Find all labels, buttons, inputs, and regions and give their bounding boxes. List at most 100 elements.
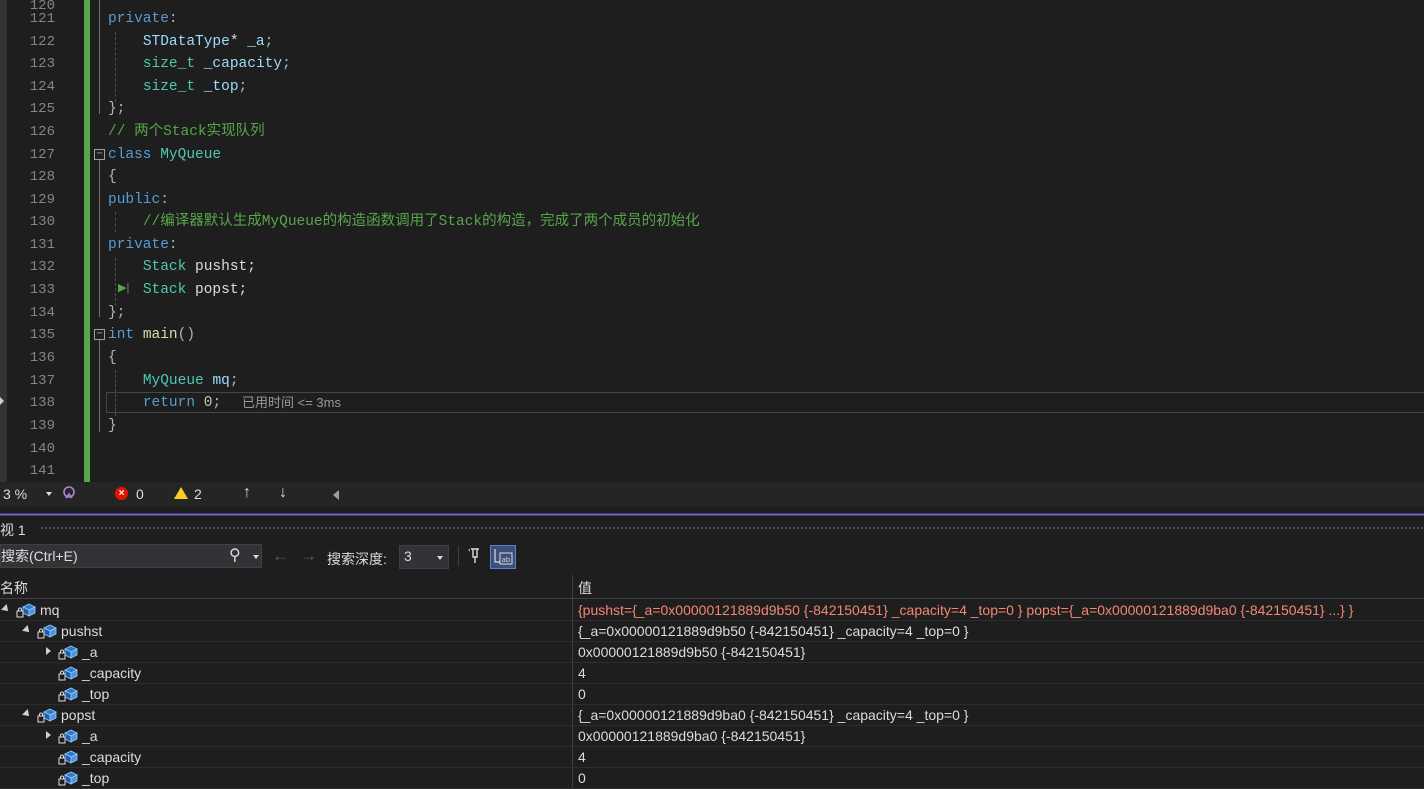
down-arrow-icon[interactable]: ↓ [279, 484, 287, 502]
pin-icon[interactable] [465, 546, 485, 566]
watch-row-value[interactable]: 0x00000121889d9b50 {-842150451} [578, 644, 805, 660]
code-token: class [108, 147, 152, 163]
error-count[interactable]: 0 [136, 486, 144, 502]
code-token: Stack [142, 282, 187, 298]
watch-row[interactable]: _a 0x00000121889d9b50 {-842150451} [0, 642, 1424, 663]
collapse-icon[interactable] [22, 625, 32, 635]
line-number: 140 [29, 441, 55, 457]
code-line[interactable]: size_t _top; [108, 76, 247, 98]
up-arrow-icon[interactable]: ↑ [243, 484, 251, 502]
watch-grid-header: 名称 值 [0, 575, 1424, 599]
code-token: int [108, 327, 135, 343]
code-line[interactable]: MyQueue mq; [108, 370, 239, 392]
code-line[interactable]: { [108, 166, 117, 188]
search-box[interactable]: ⚲ [0, 544, 262, 568]
fold-toggle-main[interactable]: − [94, 329, 105, 340]
search-depth-label: 搜索深度: [327, 551, 387, 567]
title-grip[interactable] [40, 526, 1424, 531]
code-line[interactable]: { [108, 347, 117, 369]
line-number: 134 [29, 305, 55, 321]
indicator-margin[interactable] [0, 0, 7, 482]
watch-row-name: _top [82, 686, 110, 702]
warning-count[interactable]: 2 [194, 486, 202, 502]
watch-title-bar[interactable]: 视 1 [0, 516, 1424, 540]
code-line[interactable]: } [108, 415, 117, 437]
line-number: 135 [29, 327, 55, 343]
code-line[interactable]: return 0; [108, 392, 221, 414]
watch-row-value[interactable]: 0x00000121889d9ba0 {-842150451} [578, 728, 805, 744]
watch-row[interactable]: mq {pushst={_a=0x00000121889d9b50 {-84215… [0, 600, 1424, 621]
expand-icon[interactable] [46, 731, 51, 739]
code-token: }; [108, 101, 126, 117]
code-line[interactable]: STDataType* _a; [108, 31, 274, 53]
expand-icon[interactable] [46, 647, 51, 655]
editor-status-bar: 3 % × 0 2 ↑ ↓ [0, 482, 1424, 507]
search-next-icon[interactable]: → [300, 546, 317, 566]
code-token: ; [212, 395, 222, 411]
watch-row-value[interactable]: 4 [578, 665, 586, 681]
code-line[interactable]: class MyQueue [108, 144, 221, 166]
search-previous-icon[interactable]: ← [272, 546, 289, 566]
code-token: return [142, 395, 196, 411]
code-editor[interactable]: 120 121 122 123 124 125 126 127 128 129 130 131 132 1… [0, 0, 1424, 482]
code-token: // 两个Stack实现队列 [108, 124, 265, 140]
code-line[interactable]: Stack popst; [108, 279, 247, 301]
search-depth-select[interactable]: 3 [399, 545, 449, 569]
watch-row-value[interactable]: {_a=0x00000121889d9b50 {-842150451} _cap… [578, 623, 968, 639]
field-icon [37, 624, 57, 639]
fold-toggle-class-myqueue[interactable]: − [94, 149, 105, 160]
code-token: _top [203, 79, 239, 95]
watch-row[interactable]: _top 0 [0, 768, 1424, 789]
column-header-name[interactable]: 名称 [0, 578, 28, 598]
zoom-dropdown-icon[interactable] [46, 492, 52, 496]
code-token: Stack [142, 259, 187, 275]
code-token: ; [282, 56, 291, 72]
error-icon[interactable]: × [115, 487, 128, 500]
line-number: 137 [29, 373, 55, 389]
watch-row[interactable]: popst {_a=0x00000121889d9ba0 {-842150451}… [0, 705, 1424, 726]
code-line[interactable]: }; [108, 98, 125, 120]
code-line[interactable]: size_t _capacity; [108, 53, 291, 75]
code-line[interactable]: private: [108, 8, 178, 30]
watch-row-value[interactable]: 4 [578, 749, 586, 765]
collapse-icon[interactable] [22, 709, 32, 719]
scroll-left-icon[interactable] [333, 490, 339, 500]
field-icon [37, 708, 57, 723]
code-line[interactable]: Stack pushst; [108, 256, 256, 278]
watch-row[interactable]: _capacity 4 [0, 663, 1424, 684]
health-icon[interactable] [62, 486, 76, 500]
code-line[interactable]: int main() [108, 324, 195, 346]
warning-icon[interactable] [174, 487, 188, 499]
line-number: 126 [29, 124, 55, 140]
search-icon[interactable]: ⚲ [229, 547, 241, 565]
hex-toggle-button[interactable]: ab [490, 545, 516, 569]
search-depth-value: 3 [404, 548, 412, 564]
code-line[interactable]: public: [108, 189, 169, 211]
watch-row[interactable]: _top 0 [0, 684, 1424, 705]
search-options-dropdown-icon[interactable] [253, 555, 259, 559]
watch-row-value[interactable]: {_a=0x00000121889d9ba0 {-842150451} _cap… [578, 707, 968, 723]
watch-row[interactable]: _a 0x00000121889d9ba0 {-842150451} [0, 726, 1424, 747]
code-token: MyQueue [160, 147, 222, 163]
code-line[interactable]: // 两个Stack实现队列 [108, 121, 265, 143]
code-line[interactable]: private: [108, 234, 178, 256]
collapse-icon[interactable] [1, 604, 11, 614]
code-line[interactable]: }; [108, 302, 125, 324]
field-icon [58, 729, 78, 744]
zoom-level[interactable]: 3 % [3, 486, 27, 502]
search-input[interactable] [1, 545, 221, 567]
watch-row-value[interactable]: 0 [578, 686, 586, 702]
watch-row-name: popst [61, 707, 96, 723]
watch-row-value[interactable]: 0 [578, 770, 586, 786]
watch-row-value[interactable]: {pushst={_a=0x00000121889d9b50 {-8421504… [578, 602, 1353, 618]
line-number: 138 [29, 395, 55, 411]
perf-tip[interactable]: 已用时间 <= 3ms [242, 393, 341, 413]
code-line[interactable]: //编译器默认生成MyQueue的构造函数调用了Stack的构造，完成了两个成员… [108, 211, 700, 233]
watch-row[interactable]: pushst {_a=0x00000121889d9b50 {-842150451… [0, 621, 1424, 642]
watch-row[interactable]: _capacity 4 [0, 747, 1424, 768]
column-header-value[interactable]: 值 [578, 578, 592, 598]
